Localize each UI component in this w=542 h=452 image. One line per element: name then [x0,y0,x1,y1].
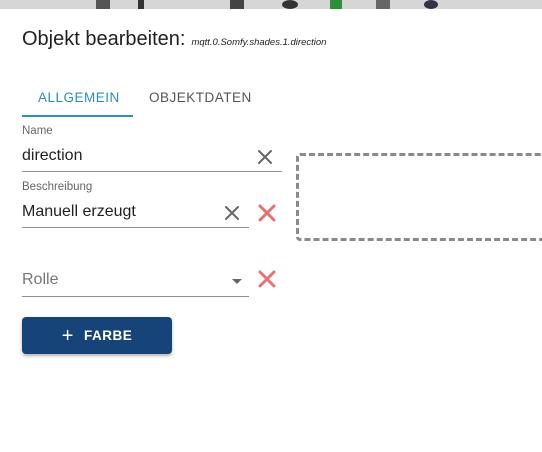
add-color-button-label: FARBE [83,328,133,343]
plus-icon: + [61,324,74,347]
background-icon [376,0,390,9]
name-label: Name [22,125,53,137]
tab-bar: ALLGEMEIN OBJEKTDATEN [22,77,264,117]
edit-object-dialog: Objekt bearbeiten: mqtt.0.Somfy.shades.1… [0,9,542,452]
background-icon [96,0,110,9]
background-icon [230,0,244,9]
background-icon [138,0,144,9]
background-icon [282,0,298,9]
description-input[interactable]: Manuell erzeugt [22,203,136,221]
description-underline [22,227,249,228]
delete-x-icon[interactable] [258,204,276,222]
delete-x-icon[interactable] [258,270,276,288]
close-icon[interactable] [257,149,273,165]
role-underline [22,296,249,297]
background-window-strip [0,0,542,9]
background-icon [424,0,438,9]
name-field[interactable]: Name direction [22,125,282,173]
close-icon[interactable] [224,205,240,221]
add-color-button[interactable]: + FARBE [22,317,172,354]
name-input[interactable]: direction [22,147,82,165]
tab-objektdaten[interactable]: OBJEKTDATEN [133,77,264,117]
description-field[interactable]: Beschreibung Manuell erzeugt [22,181,249,229]
color-drop-zone[interactable] [296,153,542,241]
role-select[interactable]: Rolle [22,265,249,297]
object-id-text: mqtt.0.Somfy.shades.1.direction [191,37,327,48]
dialog-title-text: Objekt bearbeiten: [22,28,186,50]
description-label: Beschreibung [22,181,93,193]
caret-down-icon[interactable] [232,279,242,284]
background-icon [330,0,342,9]
tab-allgemein[interactable]: ALLGEMEIN [22,77,133,117]
role-placeholder: Rolle [22,271,59,288]
name-underline [22,171,282,172]
dialog-title: Objekt bearbeiten: mqtt.0.Somfy.shades.1… [22,28,326,51]
